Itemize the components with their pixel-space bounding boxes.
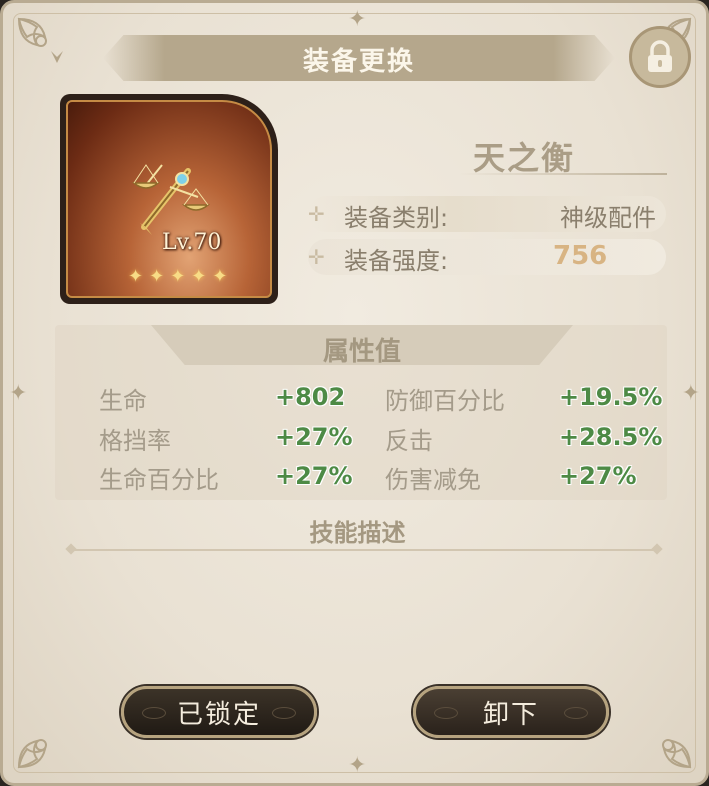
stat-label-hp: 生命	[99, 387, 147, 415]
stat-label-hp-pct: 生命百分比	[99, 466, 219, 494]
equipment-type-value: 神级配件	[560, 204, 656, 232]
star-icon: ✦	[128, 266, 144, 287]
star-rating: ✦ ✦ ✦ ✦ ✦	[128, 266, 227, 287]
equipment-strength-row: ✛ 装备强度: 756	[308, 239, 666, 275]
locked-button-label: 已锁定	[176, 699, 261, 730]
corner-ornament-icon	[17, 17, 63, 63]
star-icon: ✦	[191, 266, 207, 287]
skill-divider	[71, 549, 657, 551]
stat-value-defense-pct: +19.5%	[559, 383, 663, 411]
equipment-strength-label: 装备强度:	[344, 247, 449, 275]
equipment-type-row: ✛ 装备类别: 神级配件	[308, 196, 666, 232]
item-card-background: Lv.70 ✦ ✦ ✦ ✦ ✦	[66, 100, 272, 298]
padlock-icon	[648, 40, 672, 72]
stat-label-defense-pct: 防御百分比	[385, 387, 505, 415]
equipment-change-panel: ✦ ✦ ✦ ✦ 装备更换 Lv.70 ✦ ✦ ✦ ✦ ✦ 天之衡 ✛ 装备类别:…	[0, 0, 709, 786]
golden-scales-icon	[131, 164, 211, 235]
top-star-icon: ✦	[348, 7, 367, 32]
item-name-divider	[459, 173, 667, 175]
stat-value-block-rate: +27%	[275, 423, 353, 451]
unequip-button-label: 卸下	[482, 699, 539, 730]
lock-toggle-button[interactable]	[629, 26, 691, 88]
title-banner: 装备更换	[103, 35, 615, 81]
equipment-strength-value: 756	[553, 241, 608, 271]
attributes-header: 属性值	[151, 325, 573, 365]
locked-button[interactable]: 已锁定	[121, 686, 317, 738]
star-icon: ✦	[212, 266, 228, 287]
plus-deco-icon: ✛	[308, 245, 325, 269]
skill-description-title: 技能描述	[309, 519, 406, 547]
button-deco-icon	[272, 707, 296, 719]
button-deco-icon	[142, 707, 166, 719]
stat-value-counter: +28.5%	[559, 423, 663, 451]
attributes-title: 属性值	[322, 337, 401, 367]
plus-deco-icon: ✛	[308, 202, 325, 226]
corner-ornament-icon	[17, 739, 47, 769]
stat-label-counter: 反击	[385, 427, 433, 455]
unequip-button[interactable]: 卸下	[413, 686, 609, 738]
bottom-star-icon: ✦	[348, 753, 367, 778]
stat-label-block-rate: 格挡率	[99, 427, 171, 455]
corner-ornament-icon	[662, 739, 692, 769]
button-deco-icon	[434, 707, 458, 719]
stat-value-damage-reduction: +27%	[559, 462, 637, 490]
star-icon: ✦	[170, 266, 186, 287]
equipment-type-label: 装备类别:	[344, 204, 449, 232]
stat-value-hp-pct: +27%	[275, 462, 353, 490]
stat-value-hp: +802	[275, 383, 346, 411]
item-card[interactable]: Lv.70 ✦ ✦ ✦ ✦ ✦	[60, 94, 278, 304]
side-star-icon: ✦	[9, 381, 28, 406]
item-level: Lv.70	[162, 230, 222, 255]
stat-label-damage-reduction: 伤害减免	[385, 466, 481, 494]
star-icon: ✦	[149, 266, 165, 287]
side-star-icon: ✦	[681, 381, 700, 406]
button-deco-icon	[564, 707, 588, 719]
page-title: 装备更换	[302, 47, 415, 77]
